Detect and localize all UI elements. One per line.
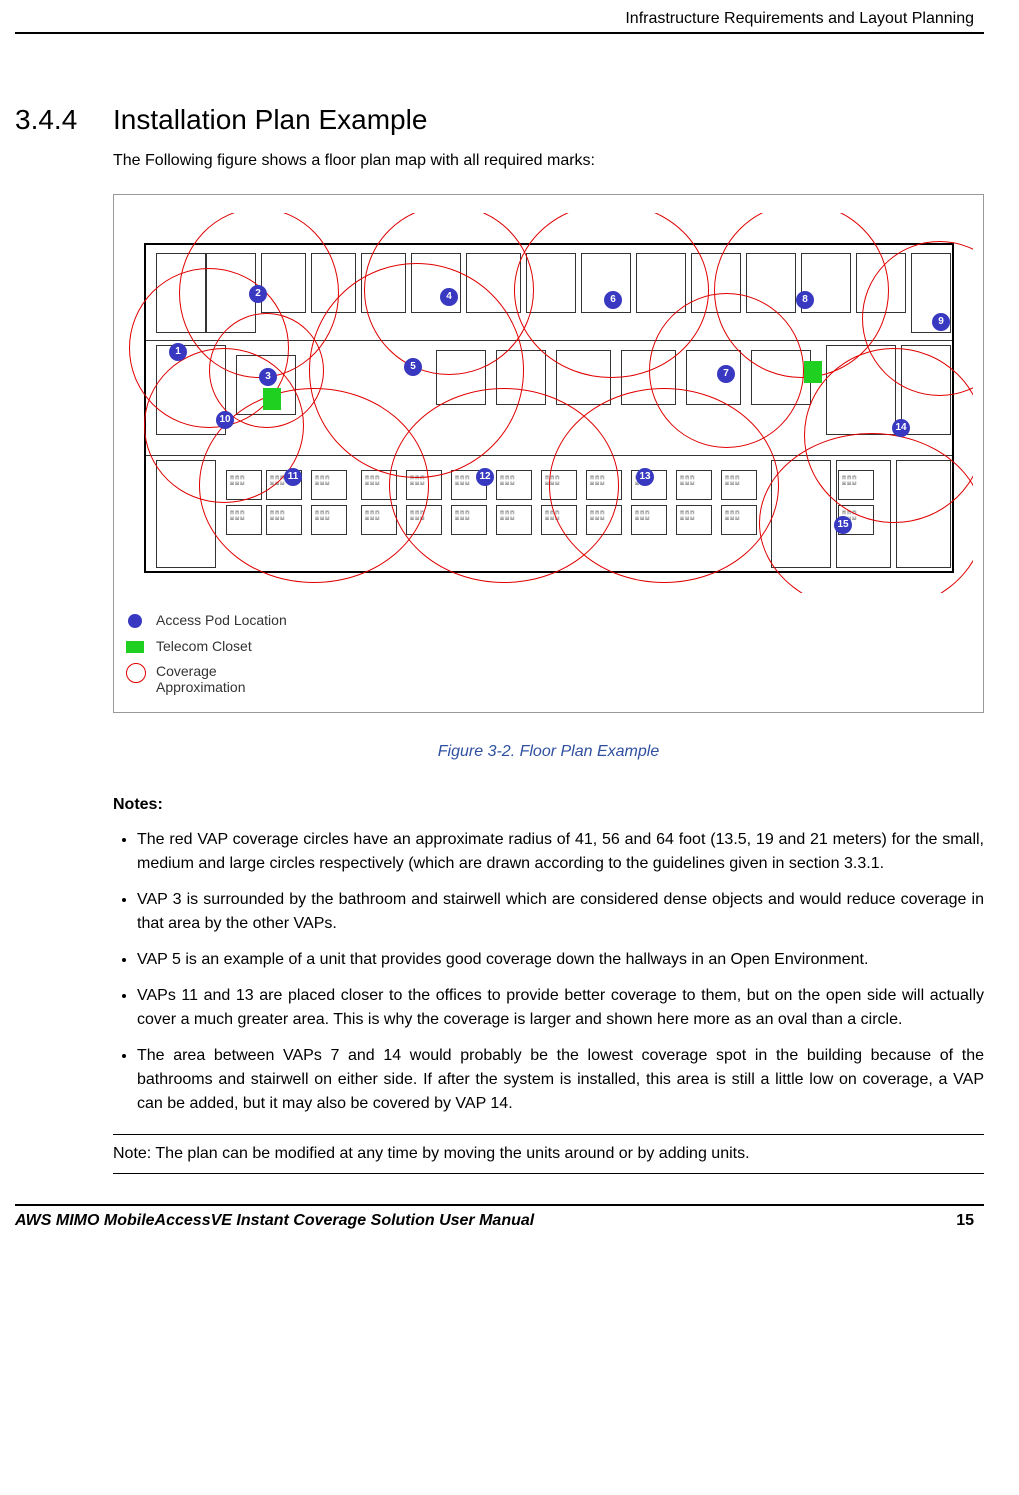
note-item: The area between VAPs 7 and 14 would pro… — [137, 1044, 984, 1116]
figure-legend: Access Pod Location Telecom Closet Cover… — [124, 611, 973, 696]
note-item: The red VAP coverage circles have an app… — [137, 828, 984, 876]
notes-list: The red VAP coverage circles have an app… — [113, 828, 984, 1116]
note-item: VAPs 11 and 13 are placed closer to the … — [137, 984, 984, 1032]
note-item: VAP 5 is an example of a unit that provi… — [137, 948, 984, 972]
figure-caption: Figure 3-2. Floor Plan Example — [113, 741, 984, 763]
floor-plan-canvas: 1 2 3 4 5 6 7 8 9 10 11 12 13 14 15 — [124, 213, 973, 593]
note-item: VAP 3 is surrounded by the bathroom and … — [137, 888, 984, 936]
legend-coverage-icon — [126, 663, 146, 683]
legend-pod-label: Access Pod Location — [156, 611, 287, 631]
page-number: 15 — [956, 1212, 974, 1230]
floor-plan-figure: 1 2 3 4 5 6 7 8 9 10 11 12 13 14 15 Acce… — [113, 194, 984, 713]
legend-closet-label: Telecom Closet — [156, 637, 252, 657]
section-number: 3.4.4 — [15, 104, 113, 136]
boxed-note: Note: The plan can be modified at any ti… — [113, 1134, 984, 1174]
page-header: Infrastructure Requirements and Layout P… — [15, 10, 984, 32]
telecom-closet — [263, 388, 281, 410]
legend-coverage-label: Coverage Approximation — [156, 663, 246, 697]
footer-rule — [15, 1204, 984, 1206]
legend-pod-icon — [128, 614, 142, 628]
notes-heading: Notes: — [113, 794, 984, 816]
intro-text: The Following figure shows a floor plan … — [113, 150, 984, 172]
legend-closet-icon — [126, 641, 144, 653]
header-rule — [15, 32, 984, 34]
coverage-circle — [549, 388, 779, 583]
footer-doc-title: AWS MIMO MobileAccessVE Instant Coverage… — [15, 1212, 534, 1230]
section-title: Installation Plan Example — [113, 104, 427, 136]
telecom-closet — [804, 361, 822, 383]
